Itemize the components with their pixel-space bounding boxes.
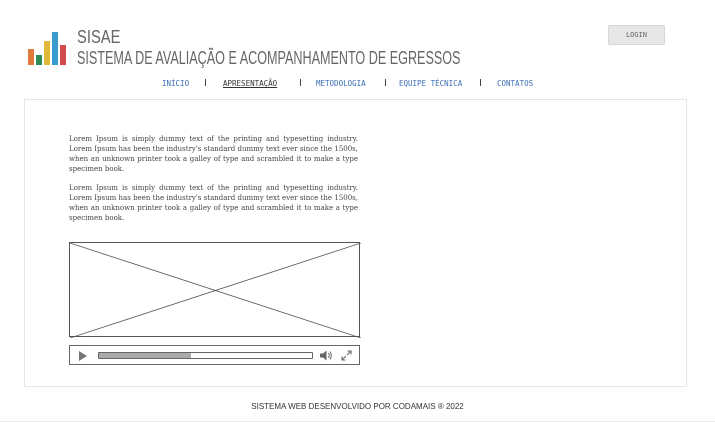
logo-bar bbox=[52, 32, 58, 65]
video-placeholder-icon bbox=[70, 243, 361, 338]
nav-separator bbox=[205, 79, 206, 86]
progress-bar[interactable] bbox=[98, 352, 313, 359]
login-button[interactable]: LOGIN bbox=[608, 25, 665, 45]
nav-item-metodologia[interactable]: METODOLOGIA bbox=[316, 79, 366, 88]
footer-text: SISTEMA WEB DESENVOLVIDO POR CODAMAIS ® … bbox=[251, 402, 464, 411]
nav-item-contatos[interactable]: CONTATOS bbox=[497, 79, 533, 88]
logo-bar bbox=[28, 49, 34, 65]
app-name: SISAE bbox=[77, 27, 121, 47]
video-player[interactable] bbox=[69, 242, 361, 338]
play-icon[interactable] bbox=[78, 351, 88, 361]
nav-item-equipe-tecnica[interactable]: EQUIPE TÉCNICA bbox=[399, 79, 462, 88]
footer-divider bbox=[0, 421, 715, 422]
logo-bar bbox=[60, 45, 66, 65]
video-controls bbox=[69, 345, 360, 365]
progress-fill bbox=[99, 353, 191, 358]
intro-paragraph: Lorem Ipsum is simply dummy text of the … bbox=[69, 184, 358, 222]
logo-icon bbox=[28, 29, 68, 65]
nav-separator bbox=[385, 79, 386, 86]
intro-paragraph: Lorem Ipsum is simply dummy text of the … bbox=[69, 135, 358, 173]
main-nav: INÍCIO APRESENTAÇÃO METODOLOGIA EQUIPE T… bbox=[0, 79, 715, 93]
nav-separator bbox=[480, 79, 481, 86]
volume-icon[interactable] bbox=[320, 350, 333, 361]
nav-item-inicio[interactable]: INÍCIO bbox=[162, 79, 189, 88]
app-fullname: SISTEMA DE AVALIAÇÃO E ACOMPANHAMENTO DE… bbox=[77, 48, 461, 68]
nav-separator bbox=[300, 79, 301, 86]
nav-item-apresentacao[interactable]: APRESENTAÇÃO bbox=[223, 79, 277, 88]
logo-bar bbox=[36, 55, 42, 65]
logo-bar bbox=[44, 41, 50, 65]
fullscreen-icon[interactable] bbox=[341, 350, 352, 361]
